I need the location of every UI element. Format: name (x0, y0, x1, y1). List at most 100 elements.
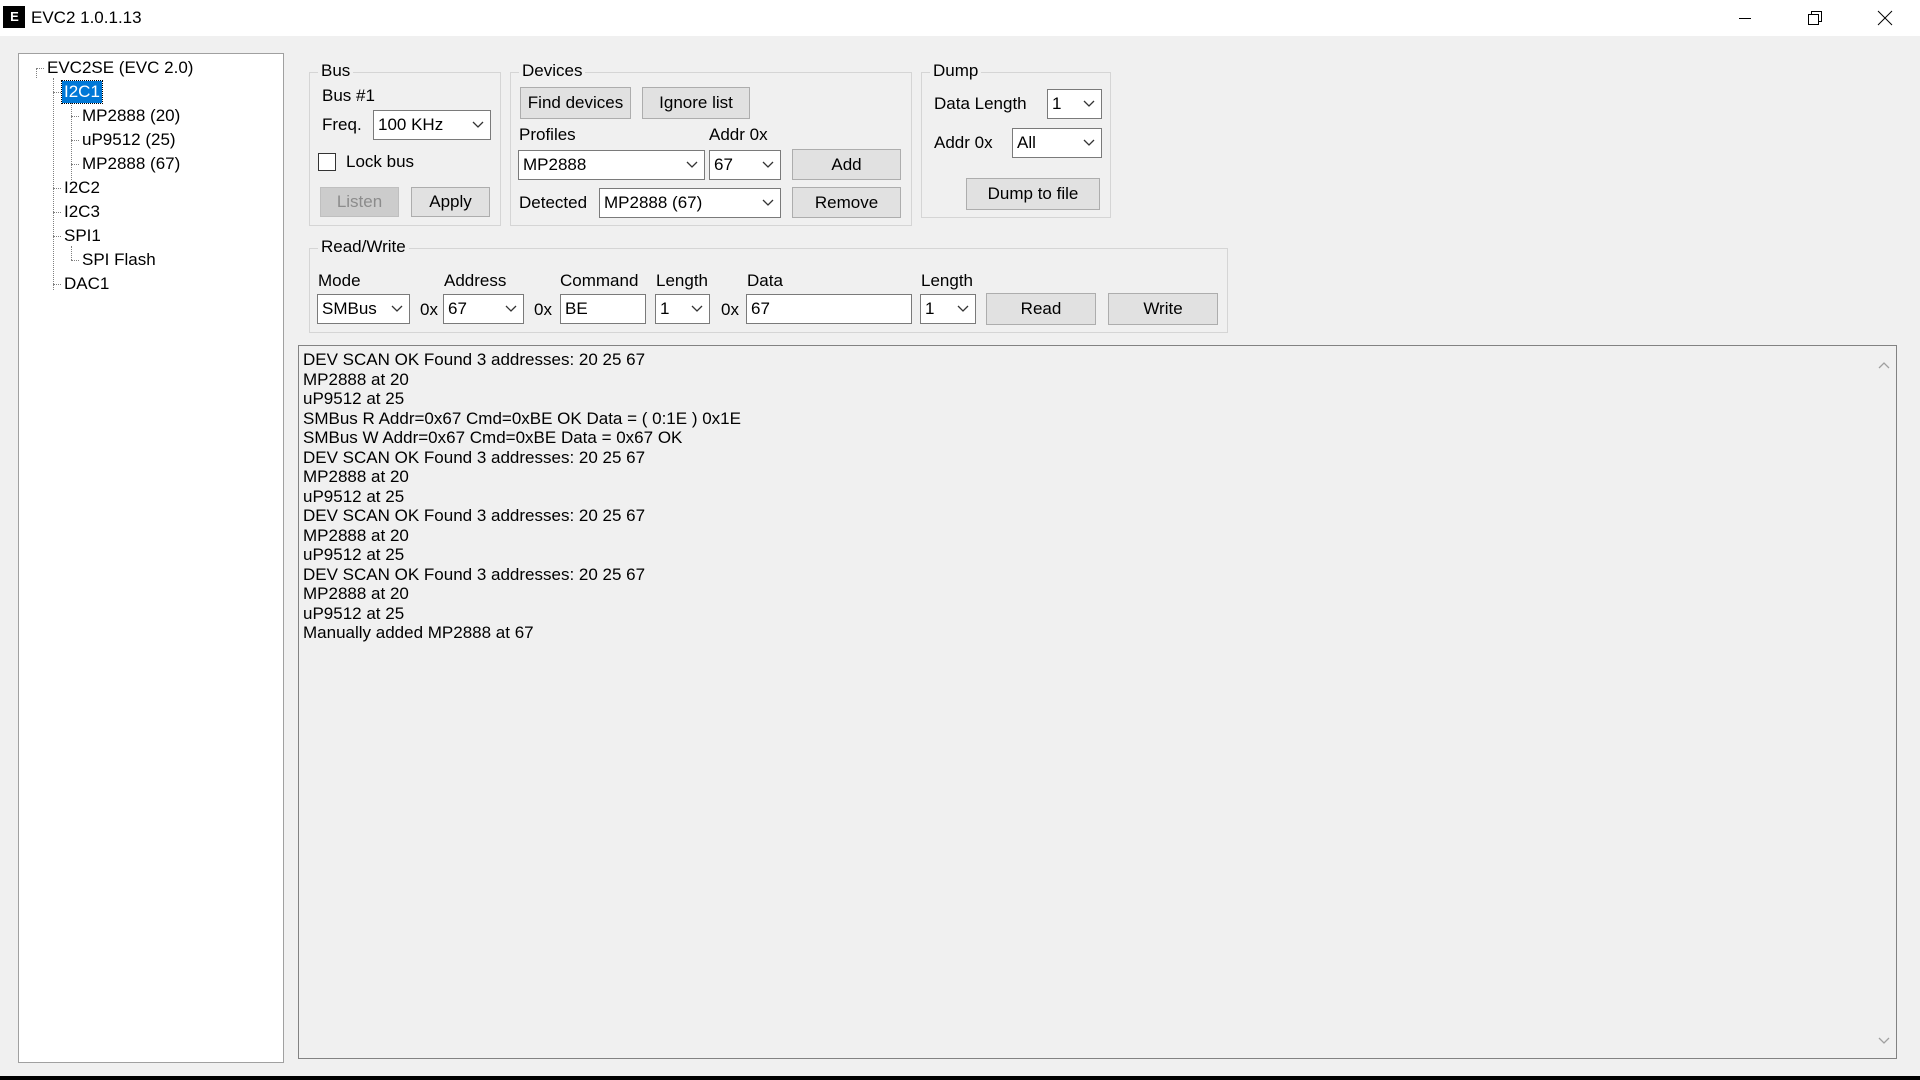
log-line: DEV SCAN OK Found 3 addresses: 20 25 67 (303, 564, 646, 584)
scroll-up-icon[interactable] (1878, 354, 1890, 374)
length2-label: Length (921, 271, 973, 290)
length-value: 1 (660, 299, 670, 318)
chevron-down-icon (389, 295, 405, 323)
command-label: Command (560, 271, 639, 290)
data-label: Data (747, 271, 783, 290)
data-length-select[interactable]: 1 (1047, 89, 1102, 119)
tree-item-up9512-25[interactable]: uP9512 (25) (80, 129, 178, 151)
freq-select[interactable]: 100 KHz (373, 110, 491, 140)
addr-select[interactable]: 67 (709, 150, 781, 180)
close-icon (1877, 10, 1893, 26)
device-tree[interactable]: EVC2SE (EVC 2.0) I2C1 MP2888 (20) uP9512… (18, 53, 284, 1063)
app-icon: E (3, 6, 25, 28)
tree-item-i2c2[interactable]: I2C2 (62, 177, 102, 199)
tree-item-i2c1[interactable]: I2C1 (61, 80, 103, 104)
tree-connector (71, 102, 72, 180)
dump-to-file-button[interactable]: Dump to file (966, 178, 1100, 210)
log-line: SMBus R Addr=0x67 Cmd=0xBE OK Data = ( 0… (303, 408, 741, 428)
addr-value: 67 (714, 155, 733, 174)
title-bar[interactable]: E EVC2 1.0.1.13 (0, 0, 1920, 36)
log-line: uP9512 at 25 (303, 389, 405, 408)
log-output[interactable]: DEV SCAN OK Found 3 addresses: 20 25 67 … (298, 345, 1897, 1059)
tree-item-mp2888-67[interactable]: MP2888 (67) (80, 153, 182, 175)
tree-connector (36, 68, 37, 78)
dump-addr-select[interactable]: All (1012, 128, 1102, 158)
freq-value: 100 KHz (378, 115, 444, 134)
log-line: DEV SCAN OK Found 3 addresses: 20 25 67 (303, 506, 646, 525)
log-line: MP2888 at 20 (303, 369, 409, 389)
tree-root[interactable]: EVC2SE (EVC 2.0) (45, 57, 195, 79)
data-length-value: 1 (1052, 94, 1062, 113)
log-line: MP2888 at 20 (303, 525, 409, 545)
tree-connector (53, 188, 61, 189)
data-prefix: 0x (721, 300, 739, 319)
log-line: SMBus W Addr=0x67 Cmd=0xBE Data = 0x67 O… (303, 428, 683, 447)
tree-connector (71, 164, 79, 165)
ignore-list-button[interactable]: Ignore list (642, 87, 750, 119)
address-select[interactable]: 67 (443, 294, 524, 324)
log-line: DEV SCAN OK Found 3 addresses: 20 25 67 (303, 350, 646, 369)
mode-select[interactable]: SMBus (317, 294, 410, 324)
apply-button[interactable]: Apply (411, 187, 490, 217)
length-select[interactable]: 1 (655, 294, 710, 324)
tree-item-i2c3[interactable]: I2C3 (62, 201, 102, 223)
window-bottom-border (0, 1076, 1920, 1080)
length-label: Length (656, 271, 708, 290)
restore-button[interactable] (1780, 0, 1850, 36)
address-label: Address (444, 271, 507, 290)
tree-connector (71, 260, 79, 261)
minimize-button[interactable] (1710, 0, 1780, 36)
find-devices-button[interactable]: Find devices (520, 87, 631, 119)
tree-item-spi-flash[interactable]: SPI Flash (80, 249, 158, 271)
mode-value: SMBus (322, 299, 377, 318)
bus-number: Bus #1 (322, 86, 375, 105)
tree-connector (53, 78, 54, 290)
chevron-down-icon (684, 151, 700, 179)
length2-select[interactable]: 1 (920, 294, 976, 324)
tree-item-dac1[interactable]: DAC1 (62, 273, 111, 295)
chevron-down-icon (689, 295, 705, 323)
freq-label: Freq. (322, 115, 362, 134)
detected-select[interactable]: MP2888 (67) (599, 188, 781, 218)
restore-icon (1808, 11, 1822, 25)
tree-item-spi1[interactable]: SPI1 (62, 225, 103, 247)
dump-addr-label: Addr 0x (934, 133, 993, 152)
tree-connector (53, 236, 61, 237)
chevron-down-icon (503, 295, 519, 323)
detected-label: Detected (519, 193, 588, 212)
dump-addr-value: All (1017, 133, 1036, 152)
tree-item-mp2888-20[interactable]: MP2888 (20) (80, 105, 182, 127)
log-line: MP2888 at 20 (303, 584, 409, 603)
add-button[interactable]: Add (792, 149, 901, 180)
log-line: uP9512 at 25 (303, 545, 405, 564)
command-input[interactable]: BE (560, 294, 646, 324)
command-prefix: 0x (534, 300, 552, 319)
close-button[interactable] (1850, 0, 1920, 36)
data-length-label: Data Length (934, 94, 1027, 113)
log-line: uP9512 at 25 (303, 603, 405, 623)
chevron-down-icon (1081, 129, 1097, 157)
profiles-label: Profiles (519, 125, 576, 144)
listen-button[interactable]: Listen (320, 187, 399, 217)
tree-connector (36, 68, 44, 69)
tree-connector (71, 140, 79, 141)
log-line: DEV SCAN OK Found 3 addresses: 20 25 67 (303, 447, 646, 467)
remove-button[interactable]: Remove (792, 187, 901, 218)
tree-connector (53, 284, 61, 285)
read-button[interactable]: Read (986, 293, 1096, 325)
address-prefix: 0x (420, 300, 438, 319)
write-button[interactable]: Write (1108, 293, 1218, 325)
log-scrollbar[interactable] (1872, 346, 1896, 1058)
scroll-down-icon[interactable] (1878, 1030, 1890, 1050)
chevron-down-icon (955, 295, 971, 323)
log-line: uP9512 at 25 (303, 486, 405, 506)
addr-label: Addr 0x (709, 125, 768, 144)
profiles-select[interactable]: MP2888 (518, 150, 705, 180)
bus-group-title: Bus (318, 61, 354, 81)
lock-bus-checkbox[interactable] (318, 153, 336, 171)
detected-value: MP2888 (67) (604, 193, 703, 212)
readwrite-group-title: Read/Write (318, 237, 409, 257)
window-title: EVC2 1.0.1.13 (31, 8, 142, 27)
length2-value: 1 (925, 299, 935, 318)
data-input[interactable]: 67 (746, 294, 912, 324)
